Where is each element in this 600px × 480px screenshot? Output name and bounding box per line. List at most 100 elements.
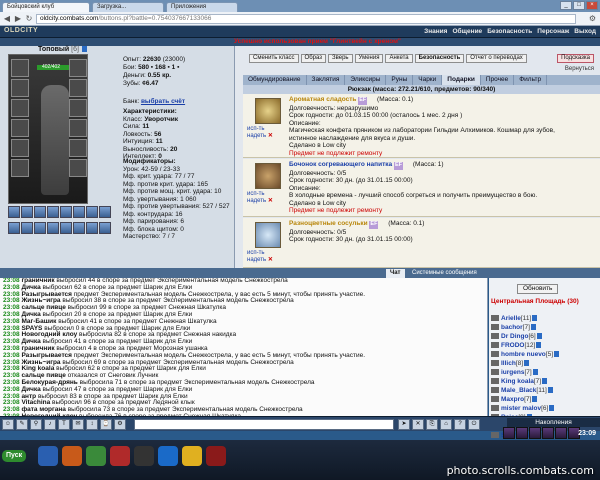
user-nick[interactable]: mister malov bbox=[501, 405, 541, 412]
user-nick[interactable]: Arielle bbox=[501, 315, 521, 322]
delete-icon[interactable]: ✕ bbox=[268, 257, 273, 263]
transfer-report-button[interactable]: Отчет о переводах bbox=[466, 54, 527, 63]
weapon-slot[interactable] bbox=[11, 99, 29, 117]
user-entry[interactable]: King koala[7] bbox=[491, 377, 559, 386]
minimize-icon[interactable]: _ bbox=[560, 1, 572, 10]
delete-icon[interactable]: ✕ bbox=[268, 198, 273, 204]
info-icon[interactable] bbox=[547, 387, 553, 394]
user-entry[interactable]: mister malov[6] bbox=[491, 404, 559, 413]
hotbar-slot[interactable] bbox=[516, 427, 528, 439]
send-icon[interactable]: ➤ bbox=[398, 419, 410, 430]
spell-slot[interactable] bbox=[99, 221, 111, 234]
earrings-slot[interactable] bbox=[69, 59, 87, 77]
tab-chat[interactable]: Чат bbox=[386, 269, 405, 278]
info-icon[interactable] bbox=[542, 378, 548, 385]
back-icon[interactable]: ◀ bbox=[2, 14, 12, 24]
info-icon[interactable] bbox=[549, 405, 555, 412]
history-icon[interactable]: ⌚ bbox=[100, 419, 112, 430]
tab-elixirs[interactable]: Эликсиры bbox=[345, 75, 387, 85]
spell-slot[interactable] bbox=[73, 206, 85, 218]
tab-system-messages[interactable]: Системные сообщения bbox=[408, 269, 481, 278]
shield-slot[interactable] bbox=[69, 99, 87, 117]
hotbar-slot[interactable] bbox=[542, 427, 554, 439]
spell-slot[interactable] bbox=[47, 206, 59, 218]
use-link[interactable]: исп-ть bbox=[247, 250, 273, 257]
private-message-icon[interactable] bbox=[491, 351, 499, 358]
helmet-slot[interactable] bbox=[11, 59, 29, 77]
exit-chat-icon[interactable]: ⏻ bbox=[468, 419, 480, 430]
candy-icon[interactable] bbox=[255, 98, 281, 124]
clear-icon[interactable]: ✎ bbox=[16, 419, 28, 430]
tab-filter[interactable]: Фильтр bbox=[514, 75, 548, 85]
user-nick[interactable]: King koala bbox=[501, 378, 534, 385]
spell-slot[interactable] bbox=[34, 221, 46, 234]
private-message-icon[interactable] bbox=[491, 396, 499, 403]
wrench-icon[interactable]: ⚙ bbox=[589, 14, 596, 23]
hotbar-slot[interactable] bbox=[555, 427, 567, 439]
image-button[interactable]: Образ bbox=[300, 54, 326, 63]
character-avatar[interactable]: 402/402 bbox=[8, 54, 88, 204]
translit-icon[interactable]: T bbox=[58, 419, 70, 430]
equip-link[interactable]: надеть bbox=[247, 198, 266, 204]
user-nick[interactable]: Maxpro bbox=[501, 396, 524, 403]
user-entry[interactable]: bachor[7] bbox=[491, 323, 559, 332]
spell-slot[interactable] bbox=[73, 221, 85, 234]
pet-button[interactable]: Зверь bbox=[328, 54, 353, 63]
info-icon[interactable] bbox=[536, 333, 542, 340]
start-button[interactable]: Пуск bbox=[2, 450, 27, 462]
ring-slot[interactable] bbox=[11, 159, 29, 177]
user-entry[interactable]: Male_Black[11] bbox=[491, 386, 559, 395]
tab-spells[interactable]: Заклятия bbox=[307, 75, 346, 85]
menu-security[interactable]: Безопасность bbox=[487, 28, 532, 35]
room-icon[interactable]: ⌂ bbox=[440, 419, 452, 430]
private-message-icon[interactable] bbox=[491, 333, 499, 340]
private-message-icon[interactable] bbox=[491, 342, 499, 349]
spell-slot[interactable] bbox=[86, 206, 98, 218]
icicles-icon[interactable] bbox=[255, 222, 281, 248]
hotbar-slot[interactable] bbox=[503, 427, 515, 439]
security-button[interactable]: Безопасность bbox=[414, 54, 465, 63]
menu-knowledge[interactable]: Знания bbox=[424, 28, 447, 35]
spell-slot[interactable] bbox=[8, 206, 20, 218]
private-message-icon[interactable] bbox=[491, 360, 499, 367]
chat-input[interactable] bbox=[134, 419, 394, 430]
user-entry[interactable]: FRODO[12] bbox=[491, 341, 559, 350]
help-icon[interactable]: ? bbox=[454, 419, 466, 430]
use-link[interactable]: исп-ть bbox=[247, 126, 273, 133]
spell-slot[interactable] bbox=[47, 221, 59, 234]
spell-slot[interactable] bbox=[99, 206, 111, 218]
browser-tab-apps[interactable]: Приложения bbox=[166, 2, 238, 12]
game-icon[interactable] bbox=[206, 446, 226, 466]
menu-character[interactable]: Персонаж bbox=[537, 28, 569, 35]
menu-exit[interactable]: Выход bbox=[574, 28, 596, 35]
user-entry[interactable]: iurgens[7] bbox=[491, 368, 559, 377]
forward-icon[interactable]: ▶ bbox=[13, 14, 23, 24]
user-nick[interactable]: bachor bbox=[501, 324, 523, 331]
reload-icon[interactable]: ↻ bbox=[24, 14, 34, 24]
equip-link[interactable]: надеть bbox=[247, 257, 266, 263]
user-nick[interactable]: Illich bbox=[501, 360, 516, 367]
filter-icon[interactable]: ⚲ bbox=[30, 419, 42, 430]
info-icon[interactable] bbox=[530, 324, 536, 331]
tab-runes[interactable]: Руны bbox=[386, 75, 414, 85]
smile-icon[interactable]: ☺ bbox=[2, 419, 14, 430]
private-message-icon[interactable] bbox=[491, 405, 499, 412]
info-icon[interactable] bbox=[532, 396, 538, 403]
change-class-button[interactable]: Сменить класс bbox=[249, 54, 299, 63]
boots-slot[interactable] bbox=[69, 159, 87, 177]
paste-icon[interactable]: ⎘ bbox=[426, 419, 438, 430]
user-nick[interactable]: iurgens bbox=[501, 369, 524, 376]
explorer-icon[interactable] bbox=[38, 446, 58, 466]
app-icon[interactable] bbox=[158, 446, 178, 466]
private-message-icon[interactable] bbox=[491, 315, 499, 322]
tab-gifts[interactable]: Подарки bbox=[442, 75, 481, 85]
browser-tab-loading[interactable]: Загрузка... bbox=[92, 2, 164, 12]
info-icon[interactable] bbox=[81, 46, 87, 53]
user-entry[interactable]: Arielle[11] bbox=[491, 314, 559, 323]
info-icon[interactable] bbox=[532, 369, 538, 376]
refresh-button[interactable]: Обновить bbox=[517, 284, 559, 294]
user-nick[interactable]: Male_Black bbox=[501, 387, 536, 394]
info-icon[interactable] bbox=[524, 360, 530, 367]
barrel-icon[interactable] bbox=[255, 163, 281, 189]
spell-slot[interactable] bbox=[60, 206, 72, 218]
